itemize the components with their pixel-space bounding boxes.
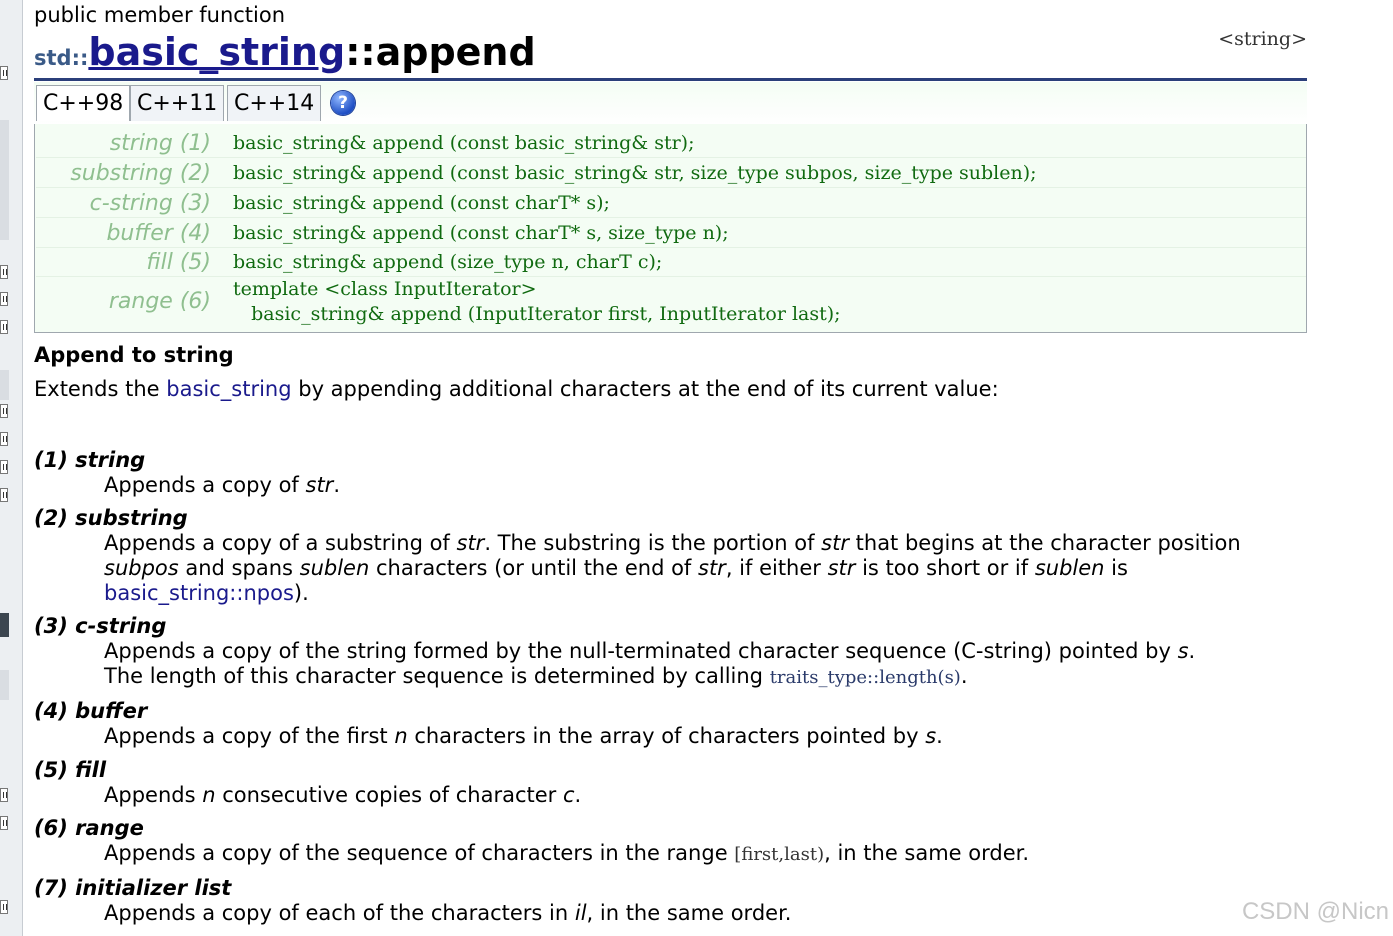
watermark: CSDN @Nicn <box>1241 898 1389 925</box>
section-title: Append to string <box>34 343 234 367</box>
class-link[interactable]: basic_string <box>88 30 345 74</box>
namespace-label: std:: <box>34 46 89 70</box>
prototype-label: range (6) <box>108 289 211 314</box>
param-title-range: (6) range <box>34 816 144 840</box>
prototypes-table: string (1) basic_string& append (const b… <box>34 124 1307 333</box>
range-code: [first,last) <box>734 844 825 865</box>
prototype-row: substring (2) basic_string& append (cons… <box>36 158 1306 188</box>
intro-text: Extends the <box>34 377 167 401</box>
param-title-fill: (5) fill <box>34 758 107 782</box>
param-desc-initializer-list: Appends a copy of each of the characters… <box>104 901 792 925</box>
splitter-grip-icon[interactable] <box>0 460 8 474</box>
splitter-grip-icon[interactable] <box>0 404 8 418</box>
tab-cpp11[interactable]: C++11 <box>130 85 225 121</box>
prototype-label: fill (5) <box>146 250 211 275</box>
prototype-code: template <class InputIterator> basic_str… <box>233 278 841 325</box>
title-divider <box>34 78 1307 81</box>
splitter-grip-icon[interactable] <box>0 432 8 446</box>
param-title-string: (1) string <box>34 448 146 472</box>
tab-cpp98[interactable]: C++98 <box>36 85 131 121</box>
prototype-code: basic_string& append (const basic_string… <box>233 132 695 154</box>
member-kind-label: public member function <box>34 3 286 27</box>
traits-length-code[interactable]: traits_type::length(s) <box>770 667 961 688</box>
splitter-grip-icon[interactable] <box>0 320 8 334</box>
prototype-row: range (6) template <class InputIterator>… <box>36 277 1306 329</box>
help-icon[interactable]: ? <box>331 91 355 115</box>
splitter-grip-icon[interactable] <box>0 292 8 306</box>
param-desc-string: Appends a copy of str. <box>104 473 340 497</box>
param-title-substring: (2) substring <box>34 506 188 530</box>
left-gutter <box>0 0 23 936</box>
header-link[interactable]: <string> <box>1218 28 1307 50</box>
gutter-shade <box>0 120 9 240</box>
param-title-c-string: (3) c-string <box>34 614 167 638</box>
param-desc-substring: Appends a copy of a substring of str. Th… <box>104 531 1241 605</box>
splitter-grip-icon[interactable] <box>0 488 8 502</box>
splitter-grip-icon[interactable] <box>0 816 8 830</box>
intro-paragraph: Extends the basic_string by appending ad… <box>34 377 999 401</box>
prototype-row: c-string (3) basic_string& append (const… <box>36 188 1306 218</box>
prototype-code: basic_string& append (const charT* s, si… <box>233 222 729 244</box>
basic-string-link[interactable]: basic_string <box>166 377 291 401</box>
splitter-grip-icon[interactable] <box>0 788 8 802</box>
gutter-shade <box>0 670 9 700</box>
param-title-initializer-list: (7) initializer list <box>34 876 232 900</box>
param-desc-fill: Appends n consecutive copies of characte… <box>104 783 582 807</box>
splitter-grip-icon[interactable] <box>0 900 8 914</box>
prototype-label: buffer (4) <box>106 221 211 246</box>
param-desc-c-string: Appends a copy of the string formed by t… <box>104 639 1196 688</box>
function-name: append <box>375 30 536 74</box>
param-desc-range: Appends a copy of the sequence of charac… <box>104 841 1030 865</box>
prototype-label: substring (2) <box>70 161 211 186</box>
prototype-label: string (1) <box>109 131 211 156</box>
prototype-code: basic_string& append (const charT* s); <box>233 192 610 214</box>
param-desc-buffer: Appends a copy of the first n characters… <box>104 724 943 748</box>
intro-text: by appending additional characters at th… <box>291 377 999 401</box>
page-title: std::basic_string::append <box>34 30 536 74</box>
npos-link[interactable]: basic_string::npos <box>104 581 294 605</box>
prototype-code: basic_string& append (size_type n, charT… <box>233 251 663 273</box>
prototype-row: buffer (4) basic_string& append (const c… <box>36 218 1306 248</box>
param-title-buffer: (4) buffer <box>34 699 148 723</box>
scope-separator: :: <box>345 30 376 74</box>
prototype-row: fill (5) basic_string& append (size_type… <box>36 247 1306 277</box>
prototype-code: basic_string& append (const basic_string… <box>233 162 1037 184</box>
version-tabs: C++98 C++11 C++14 ? <box>34 82 1307 124</box>
gutter-shade <box>0 370 9 400</box>
splitter-grip-icon[interactable] <box>0 66 8 80</box>
gutter-dark-tab[interactable] <box>0 613 9 637</box>
tab-cpp14[interactable]: C++14 <box>227 85 322 121</box>
prototype-label: c-string (3) <box>89 191 211 216</box>
splitter-grip-icon[interactable] <box>0 265 8 279</box>
prototype-row: string (1) basic_string& append (const b… <box>36 128 1306 158</box>
